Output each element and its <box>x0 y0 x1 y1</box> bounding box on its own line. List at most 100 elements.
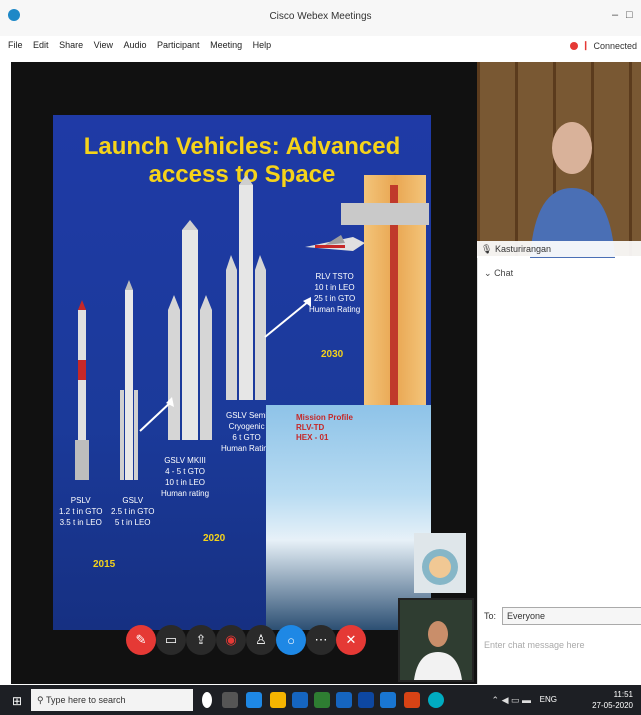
gslv-semi-cryogenic-rocket-image <box>226 175 266 400</box>
label-line: GSLV MKIII <box>164 456 206 465</box>
presentation-slide: Launch Vehicles: Advanced access to Spac… <box>53 115 431 630</box>
taskbar-search-input[interactable]: ⚲ Type here to search <box>31 689 193 711</box>
gslv-semi-cryogenic-label: GSLV Semi Cryogenic 6 t GTO Human Rating <box>221 410 272 454</box>
label-line: RLV TSTO <box>315 272 354 281</box>
mission-profile-image: Mission Profile RLV-TD HEX - 01 <box>266 405 431 630</box>
chat-header[interactable]: ⌄ Chat <box>484 268 513 279</box>
participant-mic-icon: 🎙 <box>481 244 493 254</box>
mail-icon[interactable] <box>358 692 374 708</box>
label-line: GSLV <box>122 496 144 505</box>
file-explorer-icon[interactable] <box>270 692 286 708</box>
self-avatar <box>414 621 462 680</box>
chevron-down-icon: ⌄ <box>484 268 492 278</box>
connection-status: ❙ Connected <box>569 40 637 51</box>
record-icon: ◉ <box>225 632 237 647</box>
participant-avatar <box>530 122 615 258</box>
video-off-icon: ▭ <box>164 632 178 647</box>
arrow-icon <box>139 397 174 432</box>
participant-name-bar: 🎙 Kasturirangan <box>477 241 641 257</box>
windows-start-button[interactable]: ⊞ <box>12 694 22 708</box>
word-icon[interactable] <box>380 692 396 708</box>
leave-meeting-button[interactable]: ✕ <box>336 625 366 655</box>
clock-date: 27-05-2020 <box>592 701 633 710</box>
label-line: Cryogenic <box>228 422 265 431</box>
mission-title-line: RLV-TD <box>296 423 325 432</box>
menu-help[interactable]: Help <box>253 40 272 50</box>
more-options-button[interactable]: ⋯ <box>306 625 336 655</box>
task-view-icon[interactable] <box>222 692 238 708</box>
clock[interactable]: 11:51 27-05-2020 <box>592 689 633 711</box>
menu-audio[interactable]: Audio <box>123 40 146 50</box>
recording-icon <box>569 41 578 50</box>
label-line: Human rating <box>161 489 210 498</box>
meeting-controls: ✎ ▭ ⇪ ◉ ♙ ○ ⋯ ✕ <box>126 620 366 660</box>
record-button[interactable]: ◉ <box>216 625 246 655</box>
windows-taskbar: ⊞ ⚲ Type here to search ⌃ ◀ ▭ ▬ ENG 11:5… <box>0 685 641 715</box>
label-line: 25 t in GTO <box>313 294 356 303</box>
label-line: PSLV <box>70 496 91 505</box>
webex-window: Cisco Webex Meetings – □ File Edit Share… <box>0 0 641 715</box>
app-icon-green[interactable] <box>314 692 330 708</box>
language-indicator[interactable]: ENG <box>540 695 557 704</box>
chat-title: Chat <box>494 268 514 278</box>
mission-title-line: HEX - 01 <box>296 433 329 442</box>
label-line: 5 t in LEO <box>114 518 151 527</box>
mic-icon: ❙ <box>581 40 590 50</box>
menu-view[interactable]: View <box>94 40 113 50</box>
label-line: 10 t in LEO <box>165 478 206 487</box>
circle-logo-icon <box>422 549 458 585</box>
rlv-tsto-label: RLV TSTO 10 t in LEO 25 t in GTO Human R… <box>309 271 360 315</box>
powerpoint-icon[interactable] <box>404 692 420 708</box>
minimize-button[interactable]: – <box>612 9 618 21</box>
participants-button[interactable]: ♙ <box>246 625 276 655</box>
label-line: 10 t in LEO <box>314 283 355 292</box>
window-title: Cisco Webex Meetings <box>269 11 372 22</box>
label-line: 3.5 t in LEO <box>59 518 102 527</box>
chat-input[interactable]: Enter chat message here <box>484 640 634 650</box>
close-icon: ✕ <box>345 632 357 647</box>
menu-share[interactable]: Share <box>59 40 83 50</box>
share-button[interactable]: ⇪ <box>186 625 216 655</box>
label-line: 2.5 t in GTO <box>111 507 155 516</box>
mission-profile-title: Mission Profile RLV-TD HEX - 01 <box>296 413 353 443</box>
menu-edit[interactable]: Edit <box>33 40 49 50</box>
mute-button[interactable]: ✎ <box>126 625 156 655</box>
cortana-icon[interactable] <box>202 692 212 708</box>
edge-icon[interactable] <box>246 692 262 708</box>
self-video-thumbnail[interactable] <box>398 598 474 682</box>
app-icon-blue[interactable] <box>336 692 352 708</box>
store-icon[interactable] <box>292 692 308 708</box>
shared-thumbnail <box>414 533 466 593</box>
search-placeholder: Type here to search <box>45 695 126 705</box>
arrow-icon <box>264 297 311 338</box>
mic-off-icon: ✎ <box>135 632 147 647</box>
recipient-select[interactable]: Everyone <box>502 607 641 625</box>
clock-time: 11:51 <box>613 690 633 699</box>
to-label: To: <box>484 611 497 621</box>
year-2030: 2030 <box>321 349 344 360</box>
chat-recipient-row: To: Everyone <box>484 607 641 625</box>
chat-button[interactable]: ○ <box>276 625 306 655</box>
menu-participant[interactable]: Participant <box>157 40 200 50</box>
webex-taskbar-icon[interactable] <box>428 692 444 708</box>
menu-file[interactable]: File <box>8 40 23 50</box>
year-2020: 2020 <box>203 533 226 544</box>
gslv-rocket-image <box>120 280 138 480</box>
pslv-rocket-image <box>75 300 89 480</box>
menu-meeting[interactable]: Meeting <box>210 40 242 50</box>
participant-name: Kasturirangan <box>494 244 551 254</box>
label-line: 1.2 t in GTO <box>59 507 103 516</box>
video-button[interactable]: ▭ <box>156 625 186 655</box>
share-icon: ⇪ <box>195 632 207 647</box>
title-bar: Cisco Webex Meetings – □ <box>0 0 641 36</box>
label-line: 4 - 5 t GTO <box>165 467 205 476</box>
system-tray-icons[interactable]: ⌃ ◀ ▭ ▬ <box>492 695 531 706</box>
label-line: Human Rating <box>309 305 361 314</box>
mission-title-line: Mission Profile <box>296 413 353 422</box>
label-line: GSLV Semi <box>225 411 268 420</box>
chat-bubble-icon: ○ <box>287 632 295 648</box>
year-2015: 2015 <box>93 559 116 570</box>
connection-label: Connected <box>593 40 637 51</box>
label-line: 6 t GTO <box>232 433 261 442</box>
restore-button[interactable]: □ <box>626 9 633 21</box>
